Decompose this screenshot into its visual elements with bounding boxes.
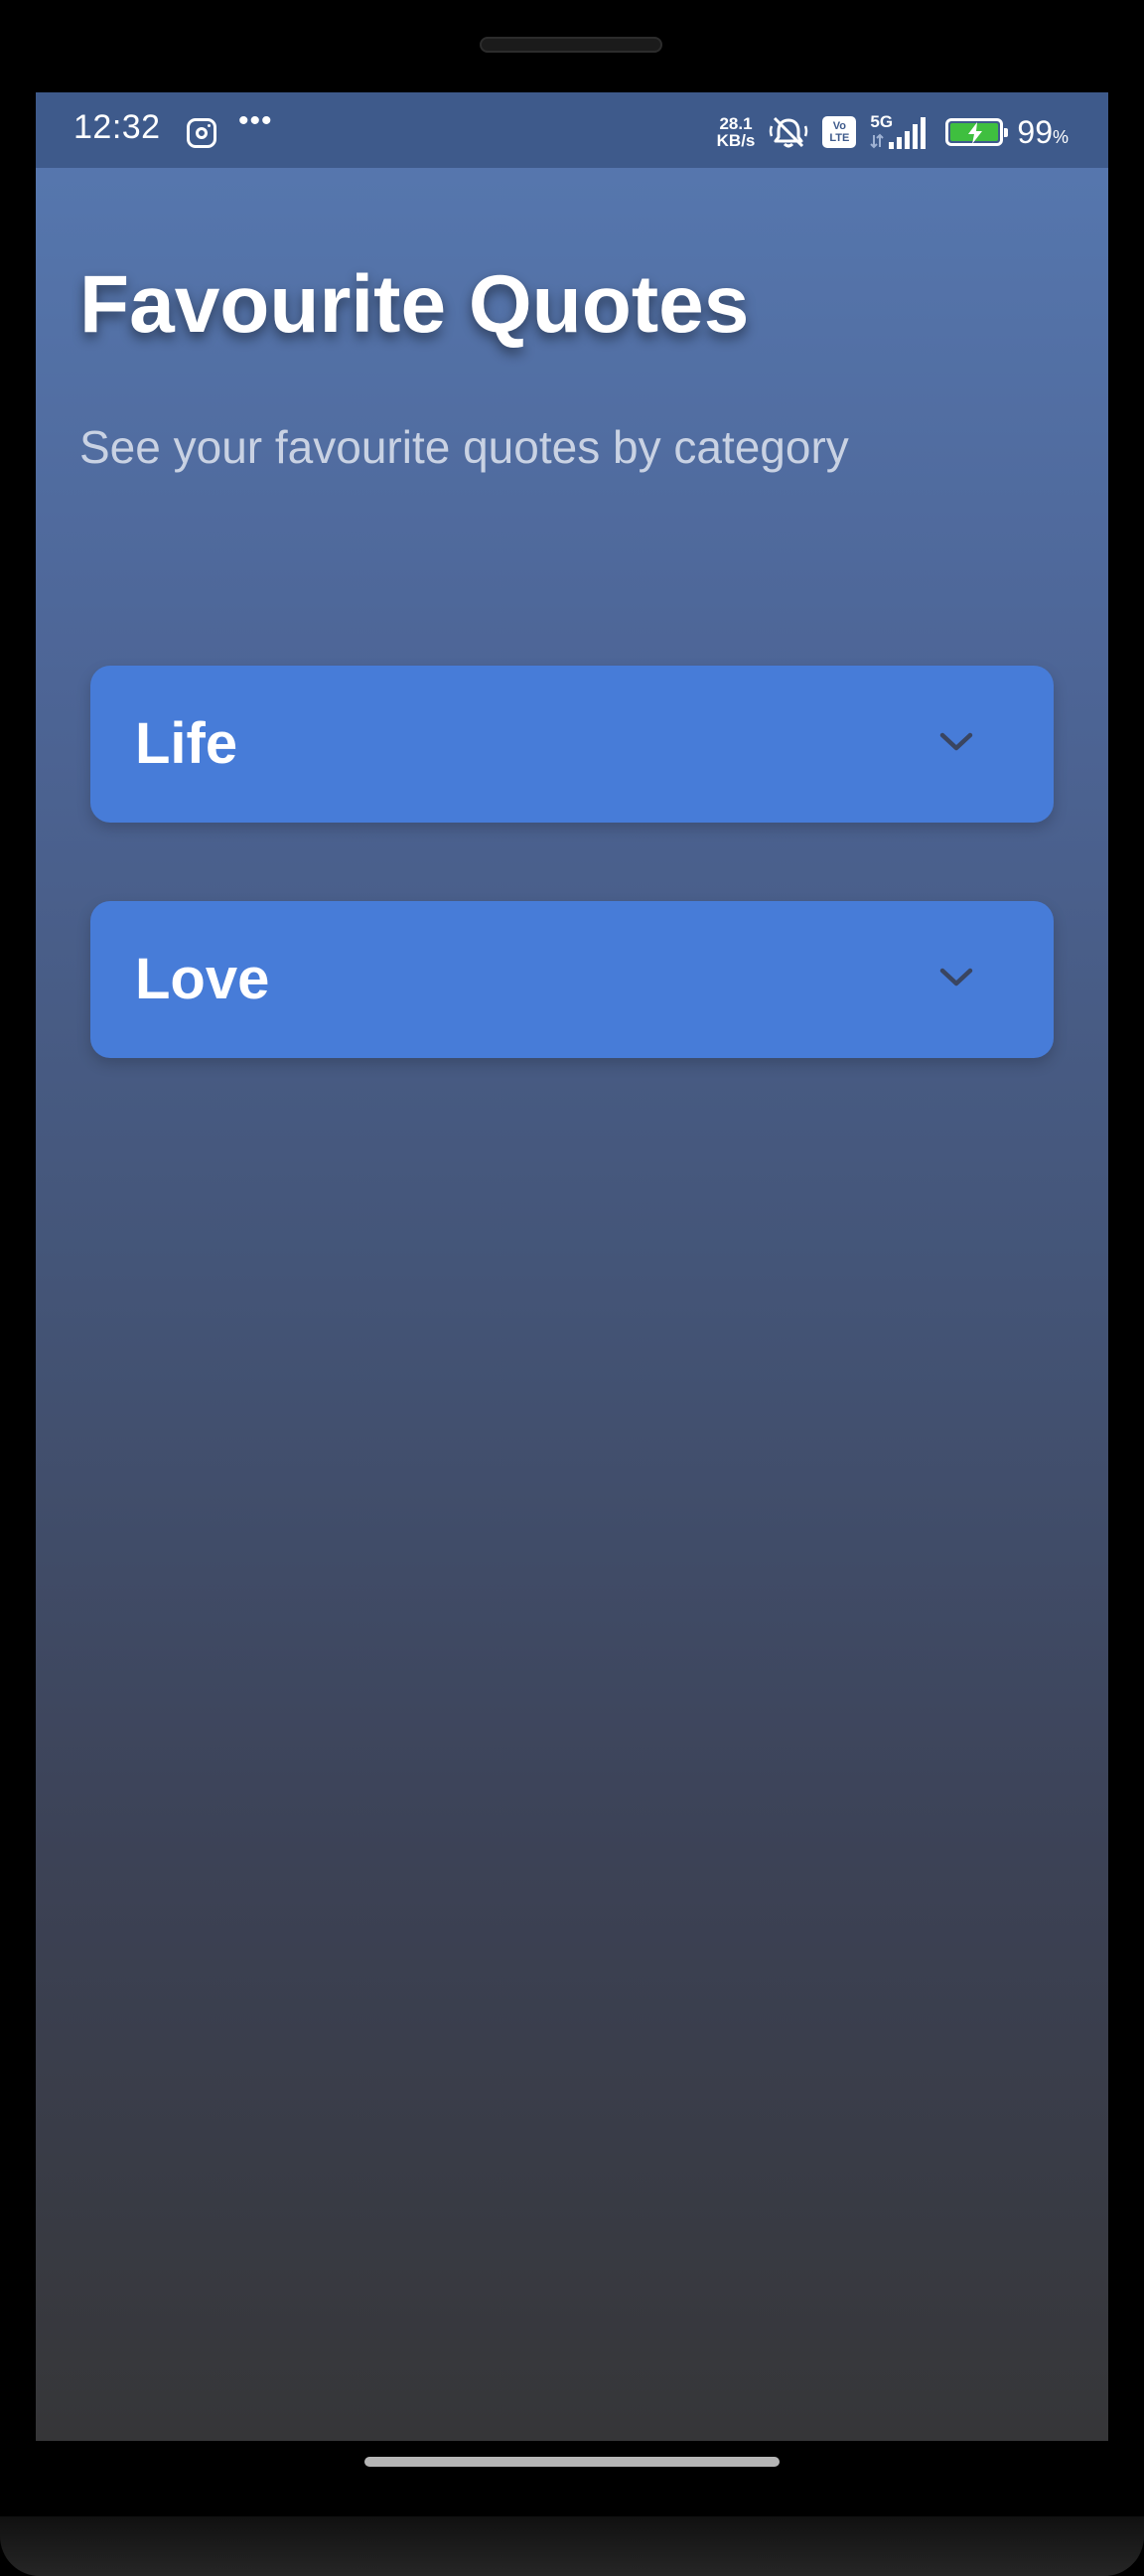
status-time: 12:32 — [73, 108, 161, 146]
volte-top-text: Vo — [832, 120, 847, 132]
battery-charging-icon — [945, 118, 1009, 146]
signal-icon: 5G — [870, 113, 931, 151]
home-indicator[interactable] — [364, 2457, 780, 2467]
category-life-card[interactable]: Life — [90, 666, 1054, 823]
network-speed-unit: KB/s — [716, 131, 756, 150]
page-title: Favourite Quotes — [79, 259, 750, 350]
chevron-down-icon[interactable] — [938, 965, 974, 988]
category-label: Life — [135, 711, 238, 776]
phone-chin — [0, 2516, 1144, 2576]
earpiece-speaker — [480, 37, 662, 53]
phone-frame: 12:32 ••• 28.1 KB/s Vo LTE 5G 99% Favour… — [0, 0, 1144, 2576]
chevron-down-icon[interactable] — [938, 729, 974, 753]
category-label: Love — [135, 947, 270, 1011]
instagram-icon — [187, 118, 216, 148]
battery-percentage: 99% — [1017, 114, 1069, 151]
status-icons: 28.1 KB/s Vo LTE 5G 99% — [717, 112, 1069, 152]
status-bar: 12:32 ••• 28.1 KB/s Vo LTE 5G 99% — [36, 92, 1108, 168]
battery-percent-unit: % — [1052, 126, 1069, 147]
charging-bolt-icon — [968, 122, 983, 144]
volte-icon: Vo LTE — [822, 116, 857, 148]
battery-tip — [1004, 128, 1009, 137]
category-love-card[interactable]: Love — [90, 901, 1054, 1058]
page-subtitle: See your favourite quotes by category — [79, 421, 849, 473]
battery-percent-value: 99 — [1017, 113, 1053, 150]
bell-off-icon — [770, 116, 808, 148]
network-speed-value: 28.1 — [719, 114, 753, 133]
more-dots-icon: ••• — [238, 104, 273, 137]
network-speed: 28.1 KB/s — [717, 115, 756, 149]
volte-bottom-text: LTE — [829, 132, 850, 144]
app-screen: 12:32 ••• 28.1 KB/s Vo LTE 5G 99% Favour… — [36, 92, 1108, 2441]
